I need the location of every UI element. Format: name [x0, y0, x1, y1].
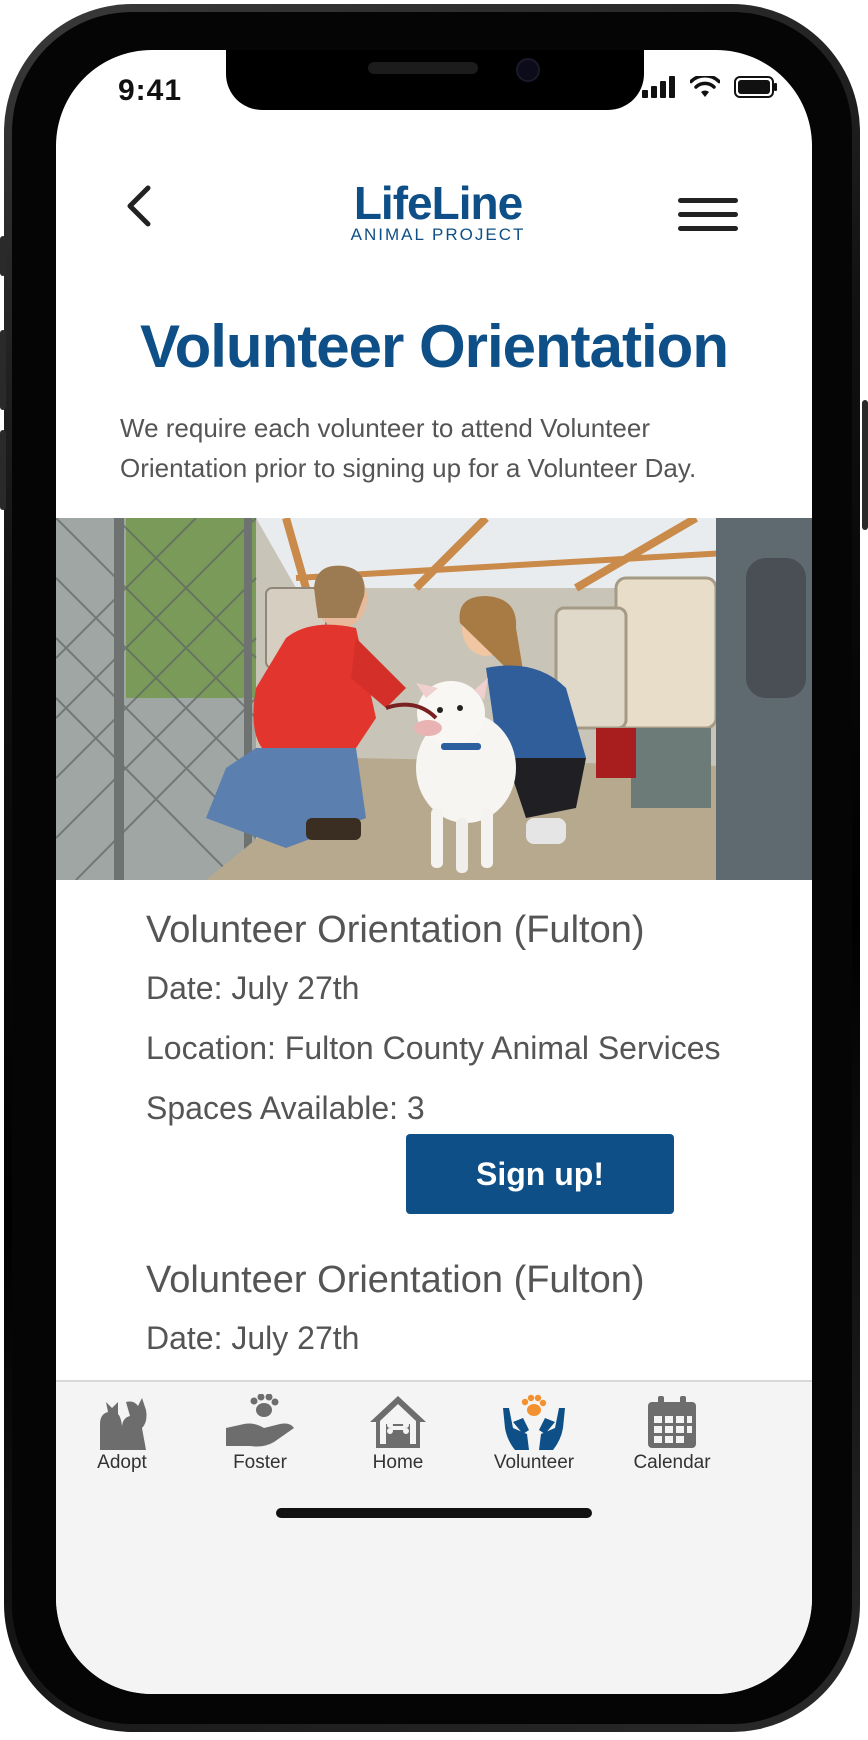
- signal-icon: [642, 76, 675, 98]
- tab-label: Calendar: [633, 1452, 711, 1473]
- mute-switch: [0, 236, 6, 276]
- notch: [226, 50, 644, 110]
- house-bone-icon: [370, 1396, 426, 1448]
- intro-text: We require each volunteer to attend Volu…: [120, 413, 697, 483]
- event-date: Date: July 27th: [146, 970, 360, 1006]
- speaker: [368, 62, 478, 74]
- logo-main-text: LifeLine: [353, 177, 523, 229]
- status-time: 9:41: [118, 74, 183, 107]
- tab-label: Adopt: [97, 1452, 147, 1473]
- status-icons: [642, 76, 778, 98]
- lifeline-logo[interactable]: LifeLine ANIMAL PROJECT: [318, 180, 558, 244]
- tab-label: Foster: [233, 1452, 287, 1473]
- wifi-icon: [690, 76, 720, 97]
- tab-adopt[interactable]: Adopt: [62, 1394, 182, 1474]
- pets-icon: [100, 1398, 147, 1450]
- event-card-1: Volunteer Orientation (Fulton) Date: Jul…: [146, 906, 766, 1148]
- front-camera: [516, 58, 540, 82]
- event-spaces: Spaces Available: 3: [146, 1090, 425, 1126]
- page-title: Volunteer Orientation: [140, 313, 729, 380]
- event-title: Volunteer Orientation (Fulton): [146, 909, 645, 951]
- calendar-icon: [648, 1396, 696, 1448]
- hand-paw-icon: [226, 1394, 294, 1447]
- event-title: Volunteer Orientation (Fulton): [146, 1259, 645, 1301]
- tab-foster[interactable]: Foster: [200, 1394, 320, 1474]
- tab-home[interactable]: Home: [338, 1394, 458, 1474]
- tab-label: Volunteer: [493, 1452, 575, 1473]
- volunteers-with-dog-image: [56, 518, 812, 880]
- tab-label: Home: [372, 1452, 424, 1473]
- event-location: Location: Fulton County Animal Services: [146, 1030, 721, 1066]
- tab-calendar[interactable]: Calendar: [612, 1394, 732, 1474]
- hands-paw-icon: [503, 1394, 565, 1450]
- battery-icon: [734, 76, 777, 98]
- hero-photo: [56, 518, 812, 880]
- back-chevron-icon[interactable]: [120, 184, 160, 228]
- app-screen: 9:41 LifeLine ANIMAL PROJECT Volunteer O…: [56, 50, 812, 1694]
- home-indicator[interactable]: [276, 1508, 592, 1518]
- hamburger-menu-icon[interactable]: [678, 198, 738, 234]
- power-button: [862, 400, 868, 530]
- logo-sub-text: ANIMAL PROJECT: [350, 225, 526, 244]
- sign-up-button[interactable]: Sign up!: [406, 1134, 674, 1214]
- event-date: Date: July 27th: [146, 1320, 360, 1356]
- tab-volunteer[interactable]: Volunteer: [474, 1394, 594, 1474]
- volume-up-button: [0, 330, 6, 410]
- event-card-2: Volunteer Orientation (Fulton) Date: Jul…: [146, 1256, 766, 1378]
- bottom-tab-bar: Adopt Foster Home Volunteer Calendar: [56, 1380, 812, 1694]
- volume-down-button: [0, 430, 6, 510]
